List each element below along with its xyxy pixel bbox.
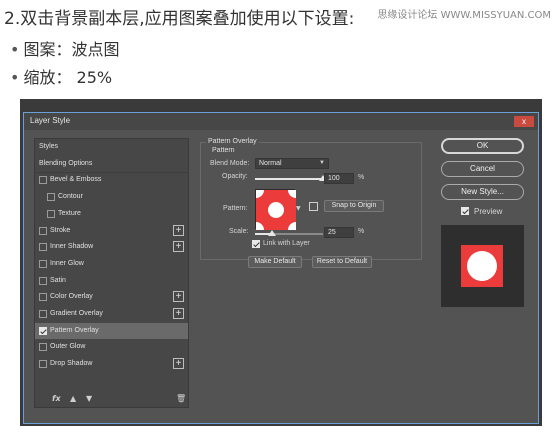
article-heading: 2.双击背景副本层,应用图案叠加使用以下设置: xyxy=(4,9,355,29)
style-checkbox[interactable] xyxy=(39,259,47,268)
bullet-text: 缩放： 25% xyxy=(23,68,113,87)
styles-list-item[interactable]: Pattern Overlay xyxy=(35,322,188,339)
blend-mode-select[interactable]: Normal ▼ xyxy=(255,158,329,169)
style-checkbox[interactable] xyxy=(47,193,55,202)
styles-list-item[interactable]: Satin xyxy=(35,273,188,289)
fx-icon[interactable]: fx xyxy=(52,394,61,403)
link-with-layer-label: Link with Layer xyxy=(263,240,310,247)
new-style-button[interactable]: New Style... xyxy=(441,184,524,200)
snap-to-origin-button[interactable]: Snap to Origin xyxy=(324,200,384,212)
style-checkbox[interactable] xyxy=(47,209,55,218)
styles-list-item[interactable]: Contour xyxy=(35,189,188,205)
styles-list-item[interactable]: Outer Glow xyxy=(35,339,188,355)
style-label: Satin xyxy=(50,276,66,284)
bullet-text: 图案：波点图 xyxy=(23,40,120,59)
style-checkbox[interactable] xyxy=(39,276,47,285)
style-label: Bevel & Emboss xyxy=(50,176,102,184)
style-checkbox[interactable] xyxy=(39,226,47,235)
dialog-title: Layer Style xyxy=(30,116,71,125)
chevron-down-icon: ▼ xyxy=(319,160,325,166)
preview-label: Preview xyxy=(474,207,503,216)
add-style-icon[interactable]: + xyxy=(173,291,184,303)
style-label: Inner Glow xyxy=(50,259,84,267)
style-label: Contour xyxy=(58,193,83,201)
scale-input[interactable]: 25 xyxy=(324,227,354,238)
new-preset-icon[interactable] xyxy=(309,202,318,211)
styles-bottom-bar: fx ▲ ▼ 🗑 xyxy=(34,394,189,406)
add-style-icon[interactable]: + xyxy=(173,241,184,253)
style-label: Inner Shadow xyxy=(50,243,94,251)
bullet-dot: • xyxy=(10,40,20,59)
trash-icon[interactable]: 🗑 xyxy=(176,394,186,403)
style-label: Texture xyxy=(58,209,81,217)
reset-to-default-button[interactable]: Reset to Default xyxy=(312,256,372,268)
styles-list: Styles Blending Options Bevel & Emboss Cont… xyxy=(34,138,189,408)
add-style-icon[interactable]: + xyxy=(173,308,184,319)
group-title: Pattern Overlay xyxy=(206,138,259,145)
watermark: 思缘设计论坛 WWW.MISSYUAN.COM xyxy=(377,10,551,21)
style-checkbox[interactable] xyxy=(39,310,47,318)
add-style-icon[interactable]: + xyxy=(173,224,184,236)
group-subtitle: Pattern xyxy=(212,147,235,154)
opacity-input[interactable]: 100 xyxy=(324,173,354,184)
style-label: Gradient Overlay xyxy=(50,310,103,317)
move-down-icon[interactable]: ▼ xyxy=(86,394,92,403)
polka-dot-pattern-icon xyxy=(248,182,304,238)
styles-list-item[interactable]: Stroke + xyxy=(35,223,188,239)
preview-thumbnail xyxy=(461,245,503,287)
close-button[interactable]: x xyxy=(514,116,534,127)
style-checkbox[interactable] xyxy=(39,293,47,302)
opacity-label: Opacity: xyxy=(222,173,248,180)
style-checkbox[interactable] xyxy=(39,326,47,335)
styles-list-item[interactable]: Styles xyxy=(35,139,188,155)
style-preview xyxy=(441,225,524,307)
layer-style-dialog: Layer Style x Styles Blending Options Beve… xyxy=(23,112,539,424)
styles-list-item[interactable]: Inner Glow xyxy=(35,256,188,272)
style-label: Blending Options xyxy=(39,159,93,167)
style-label: Styles xyxy=(39,143,59,150)
screenshot-frame: Layer Style x Styles Blending Options Beve… xyxy=(20,99,542,426)
style-label: Outer Glow xyxy=(50,343,86,351)
add-style-icon[interactable]: + xyxy=(173,358,184,370)
style-checkbox[interactable] xyxy=(39,360,47,369)
blend-mode-value: Normal xyxy=(259,160,282,167)
link-with-layer-checkbox[interactable] xyxy=(252,240,260,248)
move-up-icon[interactable]: ▲ xyxy=(70,394,76,403)
make-default-button[interactable]: Make Default xyxy=(248,256,302,268)
scale-slider-thumb[interactable] xyxy=(268,230,276,236)
style-checkbox[interactable] xyxy=(39,243,47,252)
pattern-dropdown-icon[interactable]: ▼ xyxy=(296,205,301,212)
bullet-dot: • xyxy=(10,68,20,87)
bullet-pattern: • 图案：波点图 xyxy=(10,36,119,60)
style-label: Stroke xyxy=(50,226,71,234)
styles-list-item[interactable]: Texture xyxy=(35,206,188,222)
opacity-slider-fill xyxy=(255,178,323,180)
styles-list-item[interactable]: Blending Options xyxy=(35,156,188,172)
dialog-titlebar: Layer Style x xyxy=(24,113,538,130)
styles-list-item[interactable]: Gradient Overlay + xyxy=(35,306,188,322)
styles-list-item[interactable]: Bevel & Emboss xyxy=(35,172,188,188)
styles-list-item[interactable]: Drop Shadow + xyxy=(35,356,188,372)
styles-list-item[interactable]: Color Overlay + xyxy=(35,289,188,305)
pattern-swatch[interactable] xyxy=(248,182,304,238)
style-label: Drop Shadow xyxy=(50,360,93,368)
style-checkbox[interactable] xyxy=(39,343,47,352)
blend-mode-label: Blend Mode: xyxy=(210,160,250,167)
styles-list-item[interactable]: Inner Shadow + xyxy=(35,239,188,255)
opacity-unit: % xyxy=(358,174,365,181)
style-label: Pattern Overlay xyxy=(50,326,99,334)
scale-unit: % xyxy=(358,228,365,235)
ok-button[interactable]: OK xyxy=(441,138,524,154)
style-checkbox[interactable] xyxy=(39,176,47,185)
cancel-button[interactable]: Cancel xyxy=(441,161,524,177)
scale-label: Scale: xyxy=(229,228,249,235)
style-label: Color Overlay xyxy=(50,293,93,301)
preview-checkbox[interactable] xyxy=(461,207,469,215)
bullet-scale: • 缩放： 25% xyxy=(10,64,112,88)
pattern-label: Pattern: xyxy=(223,205,248,212)
